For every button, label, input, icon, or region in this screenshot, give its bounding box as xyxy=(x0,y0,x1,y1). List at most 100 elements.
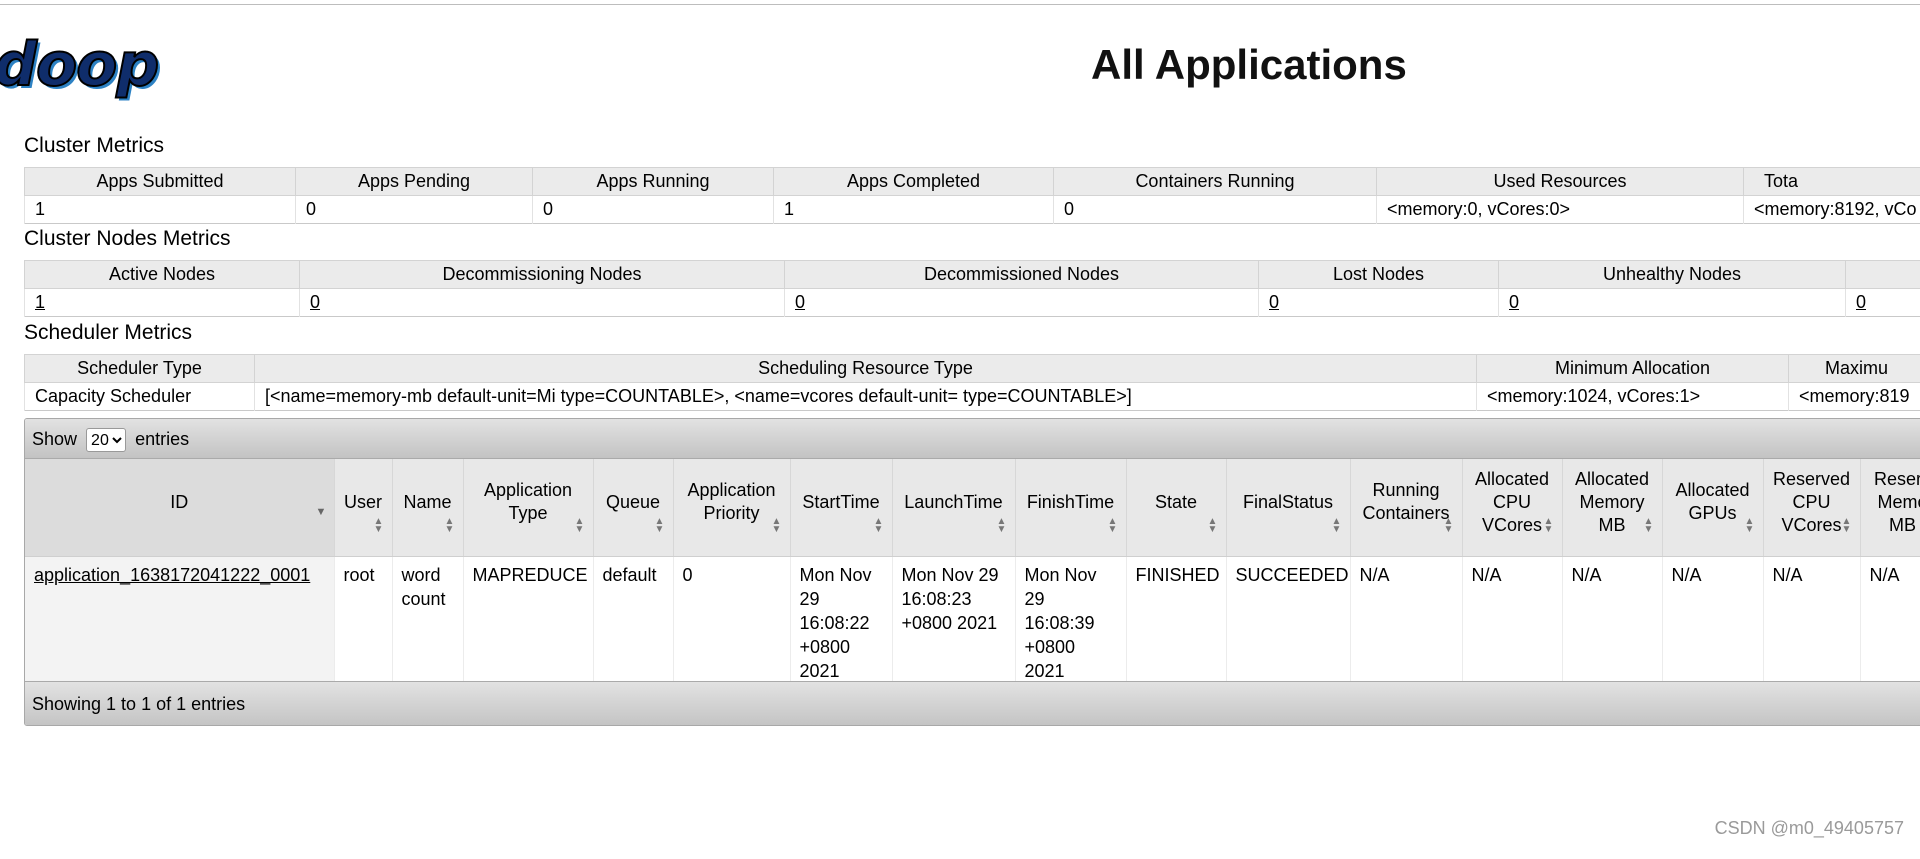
cluster-nodes-metrics-table: Active Nodes Decommissioning Nodes Decom… xyxy=(24,260,1920,317)
cell-reserved-cpu: N/A xyxy=(1763,556,1861,689)
col-user-label: User xyxy=(343,491,382,512)
col-finish-time[interactable]: FinishTime ▲ ▼ xyxy=(1015,459,1127,557)
col-running-containers[interactable]: Running Containers ▲ ▼ xyxy=(1350,459,1463,557)
col-decommissioning-nodes: Decommissioning Nodes xyxy=(299,260,785,289)
col-allocated-cpu-vcores-label: Allocated CPU VCores xyxy=(1474,468,1550,535)
value-unhealthy-nodes[interactable]: 0 xyxy=(1498,288,1846,317)
scheduler-metrics-table: Scheduler Type Scheduling Resource Type … xyxy=(24,354,1920,411)
col-launch-time-label: LaunchTime xyxy=(904,491,1003,512)
cluster-nodes-value-row: 1 0 0 0 0 0 xyxy=(24,288,1920,317)
sort-both-icon: ▲ ▼ xyxy=(1107,515,1118,535)
col-id[interactable]: ID ▼ xyxy=(25,459,335,557)
cell-reserved-memory: N/A xyxy=(1860,556,1920,689)
col-allocated-memory-mb[interactable]: Allocated Memory MB ▲ ▼ xyxy=(1562,459,1663,557)
sort-both-icon: ▲ ▼ xyxy=(771,515,782,535)
col-lost-nodes: Lost Nodes xyxy=(1258,260,1499,289)
cell-allocated-cpu: N/A xyxy=(1462,556,1563,689)
cell-running-containers: N/A xyxy=(1350,556,1463,689)
cell-queue: default xyxy=(593,556,674,689)
col-scheduler-type: Scheduler Type xyxy=(24,354,255,383)
col-reserved-memory-mb[interactable]: Reserv Memo MB xyxy=(1860,459,1920,557)
page-size-select[interactable]: 20 xyxy=(86,428,127,453)
cell-priority: 0 xyxy=(673,556,791,689)
cell-name: word count xyxy=(392,556,464,689)
col-allocated-gpus[interactable]: Allocated GPUs ▲ ▼ xyxy=(1662,459,1764,557)
col-id-label: ID xyxy=(170,491,189,512)
col-application-priority-label: Application Priority xyxy=(687,480,776,524)
show-label: Show xyxy=(32,429,78,449)
sort-both-icon: ▲ ▼ xyxy=(574,515,585,535)
col-state[interactable]: State ▲ ▼ xyxy=(1126,459,1227,557)
col-application-type[interactable]: Application Type ▲ ▼ xyxy=(463,459,594,557)
col-apps-completed: Apps Completed xyxy=(773,167,1054,196)
sort-both-icon: ▲ ▼ xyxy=(1744,515,1755,535)
col-application-type-label: Application Type xyxy=(483,480,573,524)
col-final-status[interactable]: FinalStatus ▲ ▼ xyxy=(1226,459,1351,557)
col-used-resources: Used Resources xyxy=(1376,167,1744,196)
sort-both-icon: ▲ ▼ xyxy=(373,515,384,535)
watermark: CSDN @m0_49405757 xyxy=(1714,818,1904,838)
value-decommissioning-nodes[interactable]: 0 xyxy=(299,288,785,317)
decommissioning-nodes-link[interactable]: 0 xyxy=(310,292,320,312)
application-id-link[interactable]: application_1638172041222_0001 xyxy=(34,565,310,585)
col-allocated-cpu-vcores[interactable]: Allocated CPU VCores ▲ ▼ xyxy=(1462,459,1563,557)
col-start-time[interactable]: StartTime ▲ ▼ xyxy=(790,459,893,557)
value-scheduling-resource-type: [<name=memory-mb default-unit=Mi type=CO… xyxy=(254,382,1477,411)
cluster-metrics-title: Cluster Metrics xyxy=(24,134,165,157)
value-rebooted-nodes[interactable]: 0 xyxy=(1845,288,1920,317)
cell-user: root xyxy=(334,556,393,689)
rebooted-nodes-link[interactable]: 0 xyxy=(1856,292,1866,312)
value-apps-pending: 0 xyxy=(295,195,533,224)
cell-state: FINISHED xyxy=(1126,556,1227,689)
col-final-status-label: FinalStatus xyxy=(1242,491,1334,512)
top-divider xyxy=(0,4,1920,5)
cell-id[interactable]: application_1638172041222_0001 xyxy=(25,556,335,689)
hadoop-logo[interactable]: doop xyxy=(0,30,168,104)
sort-both-icon: ▲ ▼ xyxy=(444,515,455,535)
value-apps-running: 0 xyxy=(532,195,774,224)
cluster-metrics-header-row: Apps Submitted Apps Pending Apps Running… xyxy=(24,167,1920,196)
value-scheduler-type: Capacity Scheduler xyxy=(24,382,255,411)
value-decommissioned-nodes[interactable]: 0 xyxy=(784,288,1259,317)
active-nodes-link[interactable]: 1 xyxy=(35,292,45,312)
col-rebooted-nodes xyxy=(1845,260,1920,289)
col-application-priority[interactable]: Application Priority ▲ ▼ xyxy=(673,459,791,557)
table-info-bar: Showing 1 to 1 of 1 entries xyxy=(25,681,1920,725)
value-used-resources: <memory:0, vCores:0> xyxy=(1376,195,1744,224)
value-lost-nodes[interactable]: 0 xyxy=(1258,288,1499,317)
sort-both-icon: ▲ ▼ xyxy=(1643,515,1654,535)
col-user[interactable]: User ▲ ▼ xyxy=(334,459,393,557)
cell-launch-time: Mon Nov 29 16:08:23 +0800 2021 xyxy=(892,556,1016,689)
col-running-containers-label: Running Containers xyxy=(1362,480,1450,524)
cell-final-status: SUCCEEDED xyxy=(1226,556,1351,689)
col-name-label: Name xyxy=(403,491,452,512)
page-length-bar: Show 20 entries xyxy=(25,419,1920,459)
value-active-nodes[interactable]: 1 xyxy=(24,288,300,317)
cell-finish-time: Mon Nov 29 16:08:39 +0800 2021 xyxy=(1015,556,1127,689)
decommissioned-nodes-link[interactable]: 0 xyxy=(795,292,805,312)
cluster-nodes-metrics-title: Cluster Nodes Metrics xyxy=(24,227,231,250)
col-start-time-label: StartTime xyxy=(802,491,880,512)
col-reserved-cpu-vcores[interactable]: Reserved CPU VCores ▲ ▼ xyxy=(1763,459,1861,557)
value-maximum-allocation: <memory:819 xyxy=(1788,382,1920,411)
col-launch-time[interactable]: LaunchTime ▲ ▼ xyxy=(892,459,1016,557)
lost-nodes-link[interactable]: 0 xyxy=(1269,292,1279,312)
col-reserved-cpu-vcores-label: Reserved CPU VCores xyxy=(1772,468,1851,535)
sort-desc-icon: ▼ xyxy=(315,505,327,518)
value-minimum-allocation: <memory:1024, vCores:1> xyxy=(1476,382,1789,411)
col-name[interactable]: Name ▲ ▼ xyxy=(392,459,464,557)
sort-both-icon: ▲ ▼ xyxy=(1331,515,1342,535)
col-maximum-allocation: Maximu xyxy=(1788,354,1920,383)
sort-both-icon: ▲ ▼ xyxy=(1207,515,1218,535)
col-queue[interactable]: Queue ▲ ▼ xyxy=(593,459,674,557)
col-allocated-gpus-label: Allocated GPUs xyxy=(1675,480,1750,524)
col-apps-running: Apps Running xyxy=(532,167,774,196)
value-containers-running: 0 xyxy=(1053,195,1377,224)
col-active-nodes: Active Nodes xyxy=(24,260,300,289)
col-total-resources: Tota xyxy=(1743,167,1920,196)
table-row: application_1638172041222_0001 root word… xyxy=(25,556,1920,689)
scheduler-value-row: Capacity Scheduler [<name=memory-mb defa… xyxy=(24,382,1920,411)
cluster-nodes-header-row: Active Nodes Decommissioning Nodes Decom… xyxy=(24,260,1920,289)
scheduler-metrics-title: Scheduler Metrics xyxy=(24,321,193,344)
unhealthy-nodes-link[interactable]: 0 xyxy=(1509,292,1519,312)
